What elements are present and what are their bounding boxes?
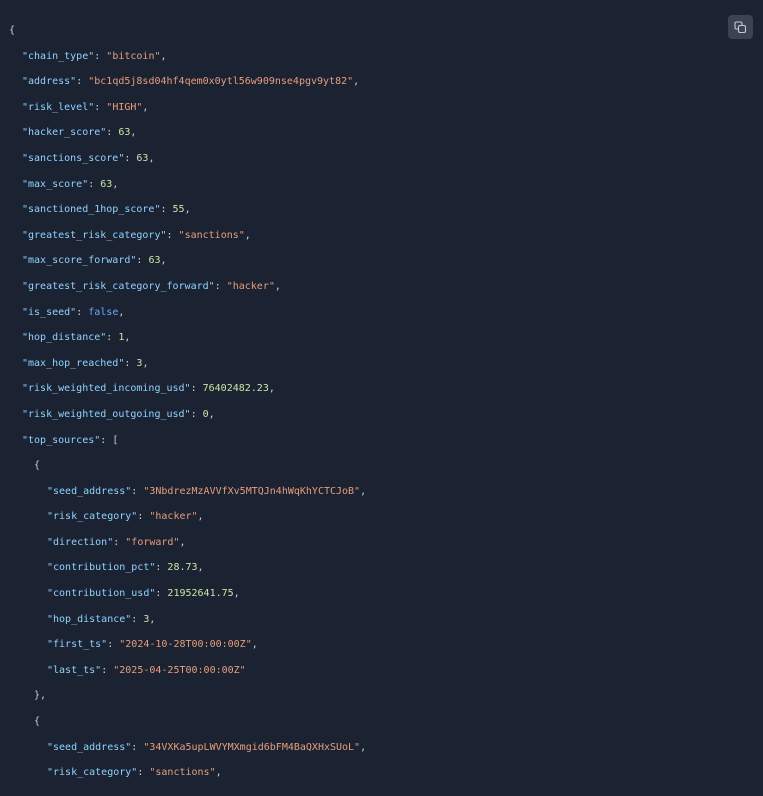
- code-line-open-brace: {: [34, 716, 41, 728]
- code-line: "contribution_usd": 21952641.75,: [47, 588, 240, 600]
- json-value: 63: [136, 152, 149, 164]
- json-value: 63: [118, 127, 131, 139]
- code-line: "chain_type": "bitcoin",: [22, 50, 167, 62]
- code-line: "risk_category": "sanctions",: [47, 767, 222, 779]
- json-key: "max_hop_reached": [22, 357, 125, 369]
- json-key: "hop_distance": [47, 613, 132, 625]
- json-key: "contribution_usd": [47, 588, 156, 600]
- json-value: 28.73: [167, 562, 198, 574]
- code-line: "greatest_risk_category": "sanctions",: [22, 229, 251, 241]
- code-line: "max_score_forward": 63,: [22, 255, 167, 267]
- json-value: "hacker": [226, 280, 275, 292]
- code-line: "risk_level": "HIGH",: [22, 101, 149, 113]
- code-line: "direction": "forward",: [47, 536, 186, 548]
- json-value: 76402482.23: [202, 383, 269, 395]
- code-line: "sanctioned_1hop_score": 55,: [22, 204, 191, 216]
- json-key: "sanctions_score": [22, 152, 125, 164]
- json-key: "max_score": [22, 178, 89, 190]
- json-value: 55: [172, 204, 185, 216]
- code-block: { "chain_type": "bitcoin", "address": "b…: [0, 0, 763, 796]
- code-line: "top_sources": [: [22, 434, 119, 446]
- json-value: 21952641.75: [167, 588, 234, 600]
- json-key: "risk_category": [47, 767, 138, 779]
- json-key: "sanctioned_1hop_score": [22, 204, 161, 216]
- json-key: "risk_weighted_incoming_usd": [22, 383, 191, 395]
- json-value: "hacker": [149, 511, 198, 523]
- code-line-open-brace: {: [9, 25, 16, 36]
- code-line: "risk_weighted_outgoing_usd": 0,: [22, 408, 215, 420]
- json-value: "forward": [125, 536, 180, 548]
- json-value: false: [88, 306, 119, 318]
- json-key: "seed_address": [47, 741, 132, 753]
- code-line: "risk_category": "hacker",: [47, 511, 204, 523]
- json-value: "bitcoin": [106, 50, 161, 62]
- json-key: "first_ts": [47, 639, 108, 651]
- code-line: "is_seed": false,: [22, 306, 125, 318]
- code-line: "last_ts": "2025-04-25T00:00:00Z": [47, 664, 246, 676]
- code-line: "address": "bc1qd5j8sd04hf4qem0x0ytl56w9…: [22, 76, 360, 88]
- json-value: "3NbdrezMzAVVfXv5MTQJn4hWqKhYCTCJoB": [143, 485, 361, 497]
- code-line: "risk_weighted_incoming_usd": 76402482.2…: [22, 383, 275, 395]
- code-line: "sanctions_score": 63,: [22, 152, 155, 164]
- json-value: "HIGH": [106, 101, 143, 113]
- json-key: "greatest_risk_category_forward": [22, 280, 215, 292]
- json-key: "top_sources": [22, 434, 101, 446]
- json-key: "max_score_forward": [22, 255, 137, 267]
- code-line: "hop_distance": 1,: [22, 332, 131, 344]
- code-line: "hop_distance": 3,: [47, 613, 156, 625]
- code-line: "hacker_score": 63,: [22, 127, 137, 139]
- json-key: "risk_category": [47, 511, 138, 523]
- code-line: "contribution_pct": 28.73,: [47, 562, 204, 574]
- json-key: "hop_distance": [22, 332, 107, 344]
- json-key: "direction": [47, 536, 114, 548]
- code-line: "greatest_risk_category_forward": "hacke…: [22, 280, 281, 292]
- json-key: "risk_weighted_outgoing_usd": [22, 408, 191, 420]
- code-line: "seed_address": "3NbdrezMzAVVfXv5MTQJn4h…: [47, 485, 367, 497]
- json-key: "chain_type": [22, 50, 95, 62]
- json-code: { "chain_type": "bitcoin", "address": "b…: [9, 23, 763, 791]
- json-value: 63: [100, 178, 113, 190]
- json-key: "hacker_score": [22, 127, 107, 139]
- json-value: 63: [148, 255, 161, 267]
- code-line: "seed_address": "34VXKa5upLWVYMXmgid6bFM…: [47, 741, 367, 753]
- code-line: "max_hop_reached": 3,: [22, 357, 149, 369]
- json-value: "2024-10-28T00:00:00Z": [119, 639, 252, 651]
- code-line: "max_score": 63,: [22, 178, 119, 190]
- json-value: "sanctions": [149, 767, 216, 779]
- json-value: "34VXKa5upLWVYMXmgid6bFM4BaQXHxSUoL": [143, 741, 361, 753]
- json-key: "seed_address": [47, 485, 132, 497]
- json-value: "2025-04-25T00:00:00Z": [113, 664, 246, 676]
- json-key: "is_seed": [22, 306, 77, 318]
- json-key: "address": [22, 76, 77, 88]
- json-key: "risk_level": [22, 101, 95, 113]
- code-line-open-brace: {: [34, 460, 41, 472]
- json-key: "last_ts": [47, 664, 102, 676]
- json-key: "contribution_pct": [47, 562, 156, 574]
- code-line: "first_ts": "2024-10-28T00:00:00Z",: [47, 639, 258, 651]
- code-line-close-brace: },: [34, 690, 47, 702]
- json-key: "greatest_risk_category": [22, 229, 167, 241]
- json-value: "sanctions": [178, 229, 245, 241]
- json-value: "bc1qd5j8sd04hf4qem0x0ytl56w909nse4pgv9y…: [88, 76, 354, 88]
